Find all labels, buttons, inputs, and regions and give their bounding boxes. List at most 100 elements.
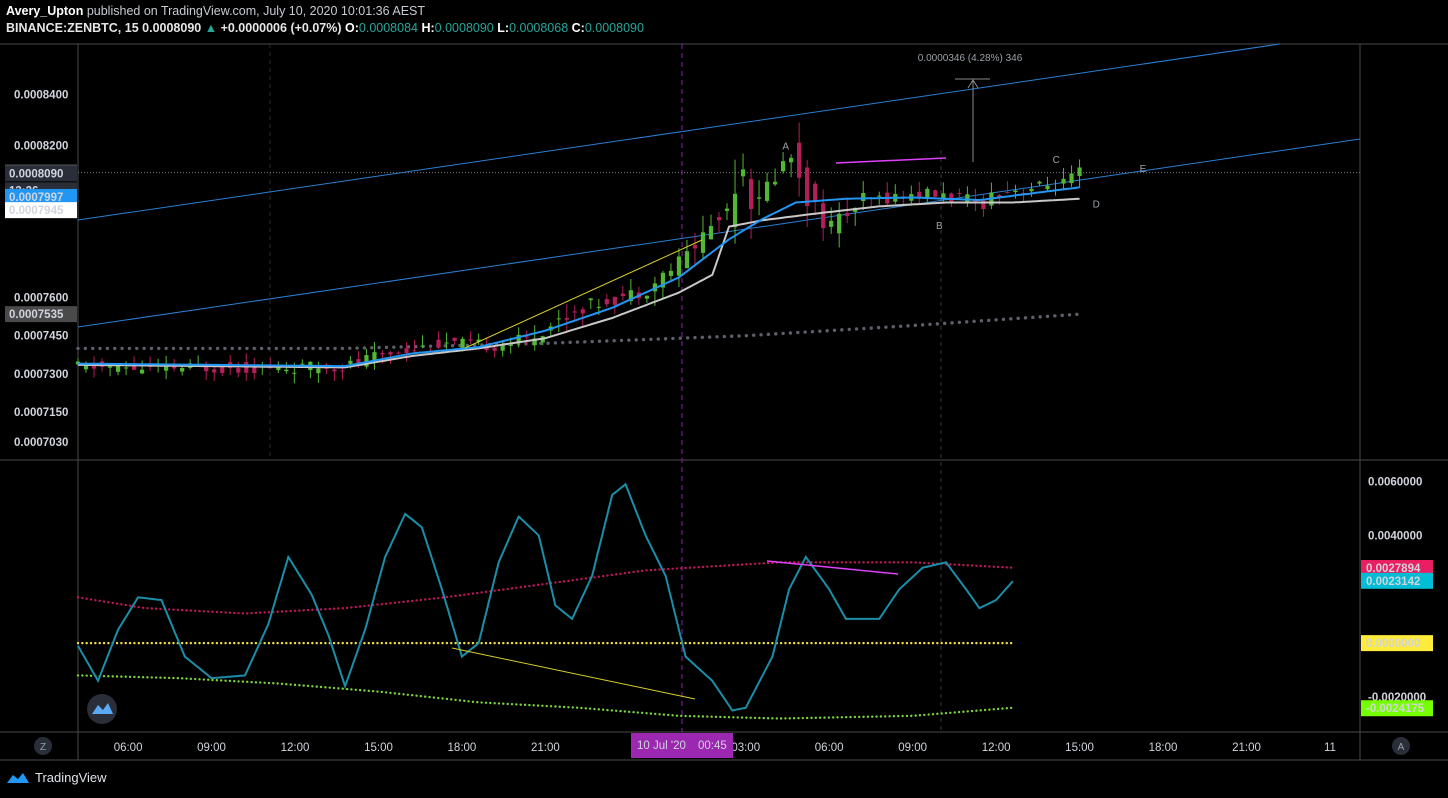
price-badge-text: 0.0008090 [9, 168, 63, 180]
sma-dot [568, 340, 572, 345]
osc-upper-band-dot [910, 561, 913, 564]
osc-upper-band-dot [623, 571, 627, 575]
sma-dot [333, 346, 337, 351]
sma-dot [259, 346, 264, 351]
osc-lower-band-dot [89, 674, 93, 677]
candle-body [805, 167, 810, 206]
price-tick-label: 0.0007600 [14, 293, 68, 305]
point-marker-d: D [1093, 200, 1100, 211]
osc-lower-band-dot [167, 676, 171, 680]
chart-canvas[interactable]: 0.0008400 0.0008200 0.0007600 0.0007450 0.00… [0, 0, 1448, 798]
osc-lower-band-dot [810, 716, 813, 720]
osc-zero-band-dot [745, 641, 748, 645]
osc-upper-band-dot [1009, 566, 1013, 569]
osc-upper-band-dot [575, 578, 579, 581]
osc-zero-band-dot [406, 641, 410, 645]
osc-lower-band-dot [111, 675, 114, 678]
osc-zero-band-dot [788, 641, 791, 645]
sma-dot [201, 346, 205, 351]
osc-lower-band-dot [441, 697, 444, 700]
osc-upper-band-dot [762, 562, 765, 565]
osc-upper-band-dot [597, 575, 601, 578]
osc-lower-band-dot [1005, 707, 1008, 710]
candle-body [965, 194, 970, 203]
osc-upper-band-dot [76, 596, 80, 599]
osc-zero-band-dot [120, 641, 123, 645]
sma-dot [179, 346, 183, 351]
candle-body [612, 296, 617, 305]
candle-body [756, 197, 762, 199]
osc-zero-band-dot [949, 641, 952, 645]
osc-upper-band-dot [918, 561, 922, 564]
osc-lower-band-dot [493, 702, 496, 705]
sma-dot [326, 346, 330, 351]
osc-zero-band-dot [649, 641, 653, 645]
tradingview-logo-icon [7, 772, 29, 783]
osc-lower-band-dot [871, 715, 874, 718]
sma-dot [928, 322, 932, 327]
sma-dot [913, 323, 918, 328]
sma-dot [362, 346, 367, 350]
osc-lower-band-dot [137, 675, 140, 679]
osc-upper-band-dot [849, 561, 852, 564]
sma-dot [627, 338, 631, 342]
sma-dot [318, 346, 323, 351]
sma-dot [965, 320, 969, 324]
price-trendline [464, 239, 703, 349]
osc-lower-band-dot [523, 703, 527, 707]
osc-zero-band-dot [250, 641, 253, 645]
candle-body [212, 369, 217, 373]
osc-zero-band-dot [441, 641, 444, 645]
osc-zero-band-dot [285, 641, 288, 645]
sma-dot [1075, 312, 1079, 317]
osc-lower-band-dot [384, 691, 388, 694]
candle-body [941, 193, 946, 199]
candle-body [1013, 190, 1018, 193]
sma-dot [649, 337, 653, 342]
osc-zero-band-dot [337, 641, 340, 645]
osc-lower-band-dot [124, 675, 127, 678]
osc-upper-band-dot [697, 566, 700, 569]
osc-zero-band-dot [450, 641, 453, 645]
osc-zero-band-dot [580, 641, 583, 645]
osc-lower-band-dot [128, 675, 132, 679]
osc-zero-band-dot [918, 641, 922, 645]
osc-lower-band-dot [458, 699, 462, 702]
price-badge-text: 0.0007535 [9, 309, 64, 321]
osc-upper-band-dot [836, 561, 839, 564]
osc-upper-band-dot [424, 598, 427, 601]
candle-body [644, 295, 649, 299]
osc-tick-label: 0.0060000 [1368, 477, 1422, 489]
candle-body [708, 226, 714, 240]
sma-dot [186, 346, 190, 351]
sma-dot [729, 334, 734, 338]
osc-lower-band-dot [936, 712, 939, 716]
price-tick-label: 0.0007030 [14, 437, 68, 449]
osc-upper-band-dot [476, 591, 479, 595]
osc-lower-band-dot [714, 715, 718, 719]
sma-dot [1038, 315, 1042, 319]
candle-body [748, 179, 754, 210]
sma-dot [957, 320, 962, 325]
osc-zero-band-dot [523, 641, 527, 645]
candle-body [596, 306, 601, 308]
osc-zero-band-dot [85, 641, 88, 645]
sma-dot [810, 329, 815, 334]
osc-zero-band-dot [597, 641, 601, 645]
osc-lower-band-dot [545, 704, 548, 708]
osc-upper-band-dot [298, 609, 301, 612]
osc-upper-band-dot [280, 610, 284, 613]
osc-lower-band-dot [844, 715, 848, 719]
osc-upper-band-dot [541, 583, 544, 586]
osc-upper-band-dot [645, 569, 648, 572]
osc-lower-band-dot [588, 707, 592, 710]
osc-zero-band-dot [654, 641, 657, 645]
osc-upper-band-dot [215, 610, 219, 614]
osc-zero-band-dot [363, 641, 366, 645]
osc-upper-band-dot [996, 565, 1000, 569]
osc-upper-band-dot [85, 597, 88, 600]
osc-zero-band-dot [276, 641, 279, 645]
osc-lower-band-dot [115, 675, 119, 678]
time-tick-label: 12:00 [281, 742, 310, 754]
tradingview-brand[interactable]: TradingView [6, 770, 107, 785]
